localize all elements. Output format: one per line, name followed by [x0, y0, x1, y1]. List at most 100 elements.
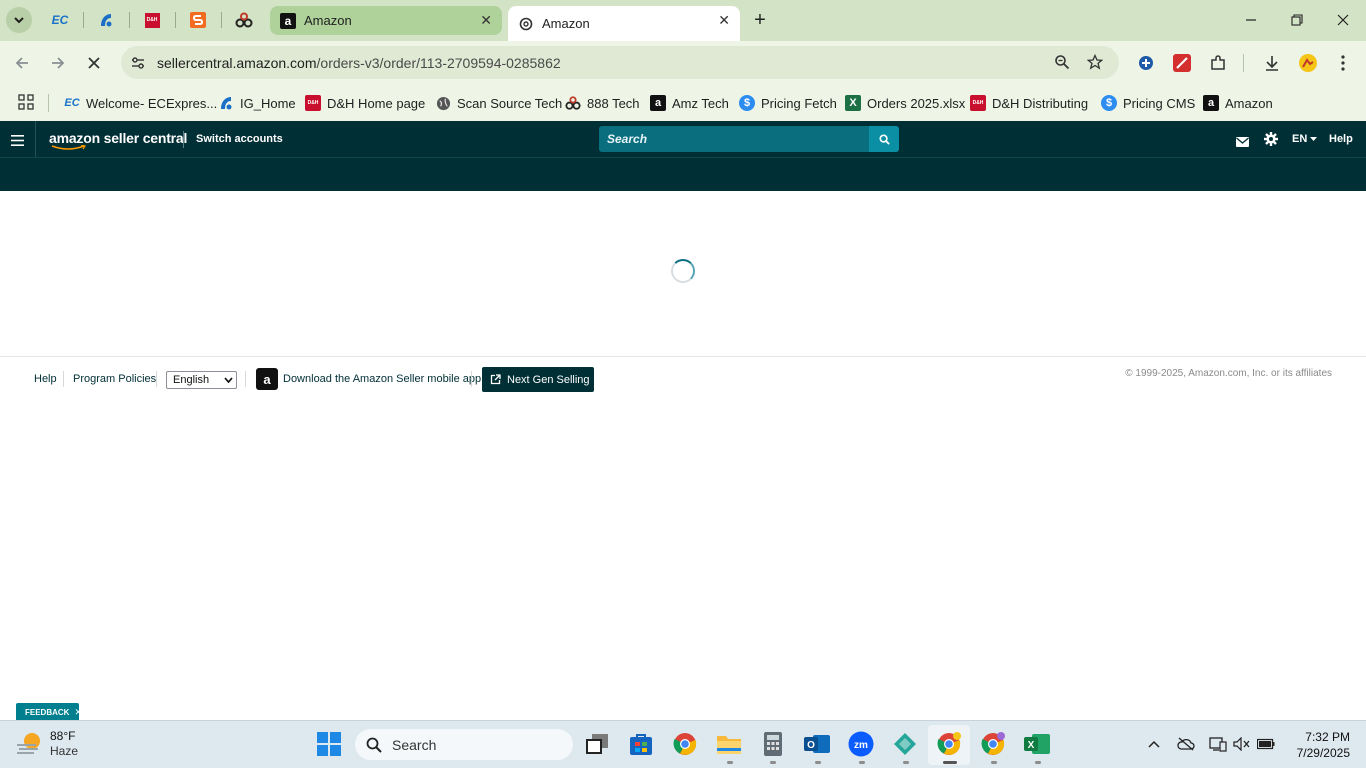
forward-button[interactable] — [46, 51, 70, 75]
seller-central-logo[interactable]: amazon seller central — [49, 130, 187, 150]
taskbar-search[interactable]: Search — [355, 729, 573, 760]
outlook-app[interactable]: O — [803, 730, 831, 758]
network-tray-icon[interactable] — [1208, 734, 1228, 754]
battery-tray-icon[interactable] — [1256, 734, 1276, 754]
outlook-icon: O — [804, 735, 830, 753]
footer-help-link[interactable]: Help — [34, 373, 57, 385]
close-icon[interactable]: ✕ — [718, 12, 730, 29]
file-explorer-app[interactable] — [715, 730, 743, 758]
bookmark-label: Pricing Fetch — [761, 95, 837, 111]
profile-button[interactable] — [1296, 51, 1320, 75]
globe-icon — [435, 95, 451, 111]
amazon-icon: a — [280, 12, 296, 29]
search-button[interactable] — [869, 126, 899, 152]
clock[interactable]: 7:32 PM 7/29/2025 — [1284, 729, 1350, 761]
program-policies-link[interactable]: Program Policies — [73, 373, 156, 385]
calculator-app[interactable] — [759, 730, 787, 758]
help-link[interactable]: Help — [1329, 133, 1353, 145]
download-icon — [1266, 56, 1278, 71]
minimize-button[interactable] — [1236, 8, 1266, 32]
teal-app[interactable] — [891, 730, 919, 758]
volume-tray-icon[interactable] — [1232, 734, 1252, 754]
taskbar-search-placeholder: Search — [392, 736, 437, 753]
bookmark-888-tech[interactable]: 888 Tech — [565, 92, 640, 114]
messages-button[interactable] — [1236, 134, 1249, 152]
bookmark-amazon[interactable]: a Amazon — [1203, 92, 1273, 114]
onedrive-tray-icon[interactable] — [1176, 734, 1196, 754]
chrome-app[interactable] — [671, 730, 699, 758]
header-divider — [183, 131, 184, 148]
bookmark-orders-2025[interactable]: X Orders 2025.xlsx — [845, 92, 965, 114]
loading-icon — [518, 16, 534, 32]
folder-icon — [717, 736, 741, 754]
pinned-tab-ecexpress[interactable]: EC — [47, 8, 73, 32]
chrome-profile-app-2[interactable] — [979, 730, 1007, 758]
bookmark-ig-home[interactable]: IG_Home — [218, 92, 296, 114]
chrome-menu-button[interactable] — [1331, 51, 1355, 75]
new-tab-button[interactable]: + — [749, 8, 771, 32]
teal-diamond-icon — [894, 733, 916, 755]
tab-search-button[interactable] — [6, 7, 32, 33]
mobile-app-link[interactable]: a Download the Amazon Seller mobile app — [256, 368, 481, 390]
language-select[interactable]: English — [166, 371, 237, 389]
language-selector[interactable]: EN — [1292, 133, 1318, 145]
pinned-tab-scansource[interactable] — [185, 8, 211, 32]
hamburger-menu-button[interactable] — [11, 133, 24, 151]
search-input[interactable] — [599, 126, 869, 152]
task-view-button[interactable] — [583, 730, 611, 758]
url-text: sellercentral.amazon.com/orders-v3/order… — [157, 55, 561, 71]
tab-title: Amazon — [542, 16, 590, 31]
bookmark-dh-distributing[interactable]: D&H D&H Distributing — [970, 92, 1088, 114]
settings-button[interactable] — [1264, 132, 1278, 151]
start-button[interactable] — [315, 730, 343, 758]
restore-button[interactable] — [1282, 8, 1312, 32]
close-icon — [88, 57, 100, 69]
site-info-icon[interactable] — [130, 55, 146, 71]
zoom-icon[interactable] — [1054, 54, 1070, 75]
pinned-tab-888[interactable] — [231, 8, 257, 32]
zoom-app[interactable]: zm — [847, 730, 875, 758]
chrome-icon — [937, 732, 961, 755]
excel-app[interactable]: X — [1023, 730, 1051, 758]
apps-button[interactable] — [18, 94, 34, 115]
next-gen-label: Next Gen Selling — [507, 373, 590, 386]
cloud-offline-icon — [1177, 737, 1195, 751]
network-icon — [1209, 737, 1227, 752]
switch-accounts-link[interactable]: Switch accounts — [196, 133, 283, 145]
feedback-tab[interactable]: FEEDBACK ✕ — [16, 703, 82, 721]
address-bar[interactable]: sellercentral.amazon.com/orders-v3/order… — [121, 46, 1119, 79]
running-indicator — [770, 761, 776, 764]
footer-separator — [471, 371, 472, 387]
bookmark-label: D&H Home page — [327, 95, 426, 111]
pinned-tab-dh[interactable]: D&H — [139, 8, 165, 32]
back-button[interactable] — [10, 51, 34, 75]
arrow-left-icon — [15, 57, 28, 69]
plus-icon: + — [754, 8, 766, 31]
running-indicator — [859, 761, 865, 764]
pinned-tab-ig[interactable] — [93, 8, 119, 32]
seller-search — [599, 126, 899, 152]
tab-amazon-1[interactable]: a Amazon ✕ — [270, 6, 502, 35]
bookmark-scan-source[interactable]: Scan Source Tech — [435, 92, 562, 114]
bookmark-pricing-cms[interactable]: $ Pricing CMS — [1101, 92, 1195, 114]
tab-amazon-2[interactable]: Amazon ✕ — [508, 6, 740, 41]
weather-widget[interactable]: 88°F Haze — [16, 729, 78, 759]
bookmark-pricing-fetch[interactable]: $ Pricing Fetch — [739, 92, 837, 114]
extension-button[interactable] — [1134, 51, 1158, 75]
extensions-button[interactable] — [1206, 51, 1230, 75]
close-icon[interactable]: ✕ — [480, 12, 492, 29]
bookmark-amz-tech[interactable]: a Amz Tech — [650, 92, 729, 114]
next-gen-selling-button[interactable]: Next Gen Selling — [482, 367, 594, 392]
microsoft-store-app[interactable] — [627, 730, 655, 758]
downloads-button[interactable] — [1260, 51, 1284, 75]
close-icon[interactable]: ✕ — [74, 707, 82, 718]
bookmark-star-icon[interactable] — [1086, 53, 1104, 75]
chrome-profile-app[interactable] — [935, 730, 963, 758]
close-window-button[interactable] — [1328, 8, 1358, 32]
show-hidden-icons-button[interactable] — [1144, 734, 1164, 754]
stop-loading-button[interactable] — [82, 51, 106, 75]
acrobat-icon — [1173, 54, 1191, 72]
extension-button[interactable] — [1170, 51, 1194, 75]
bookmark-ecexpress[interactable]: EC Welcome- ECExpres... — [64, 92, 217, 114]
bookmark-dh-home[interactable]: D&H D&H Home page — [305, 92, 425, 114]
